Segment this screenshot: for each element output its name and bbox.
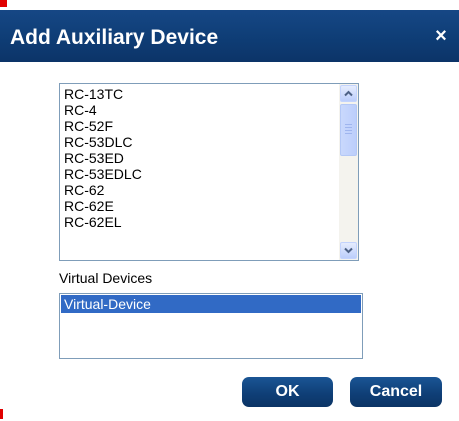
virtual-devices-label: Virtual Devices xyxy=(59,270,153,286)
corner-accent xyxy=(0,0,7,7)
cancel-button[interactable]: Cancel xyxy=(350,377,442,407)
scroll-up-button[interactable] xyxy=(340,85,357,102)
device-list-items: RC-13TC RC-4 RC-52F RC-53DLC RC-53ED RC-… xyxy=(60,84,337,230)
close-icon[interactable]: × xyxy=(430,26,452,48)
list-item[interactable]: RC-62EL xyxy=(60,214,337,230)
list-item[interactable]: RC-53ED xyxy=(60,150,337,166)
device-list-scrollbar[interactable] xyxy=(339,84,358,260)
list-item[interactable]: RC-53DLC xyxy=(60,134,337,150)
list-item[interactable]: RC-52F xyxy=(60,118,337,134)
dialog-title: Add Auxiliary Device xyxy=(10,26,219,49)
scroll-down-button[interactable] xyxy=(340,242,357,259)
ok-button[interactable]: OK xyxy=(242,377,333,407)
grip-line xyxy=(345,127,352,128)
grip-line xyxy=(345,124,352,125)
list-item[interactable]: RC-13TC xyxy=(60,86,337,102)
edge-accent xyxy=(0,409,3,419)
dialog-title-bar[interactable]: Add Auxiliary Device × xyxy=(0,10,459,62)
list-item[interactable]: RC-62E xyxy=(60,198,337,214)
grip-line xyxy=(345,130,352,131)
list-item[interactable]: RC-4 xyxy=(60,102,337,118)
list-item[interactable]: RC-62 xyxy=(60,182,337,198)
list-item[interactable]: RC-53EDLC xyxy=(60,166,337,182)
grip-line xyxy=(345,133,352,134)
chevron-up-icon xyxy=(344,90,353,97)
virtual-device-item-selected[interactable]: Virtual-Device xyxy=(61,295,361,313)
device-list[interactable]: RC-13TC RC-4 RC-52F RC-53DLC RC-53ED RC-… xyxy=(59,83,359,261)
chevron-down-icon xyxy=(344,247,353,254)
virtual-devices-list[interactable]: Virtual-Device xyxy=(59,293,363,359)
add-auxiliary-device-dialog: Add Auxiliary Device × RC-13TC RC-4 RC-5… xyxy=(0,10,459,421)
scroll-thumb[interactable] xyxy=(340,104,357,156)
